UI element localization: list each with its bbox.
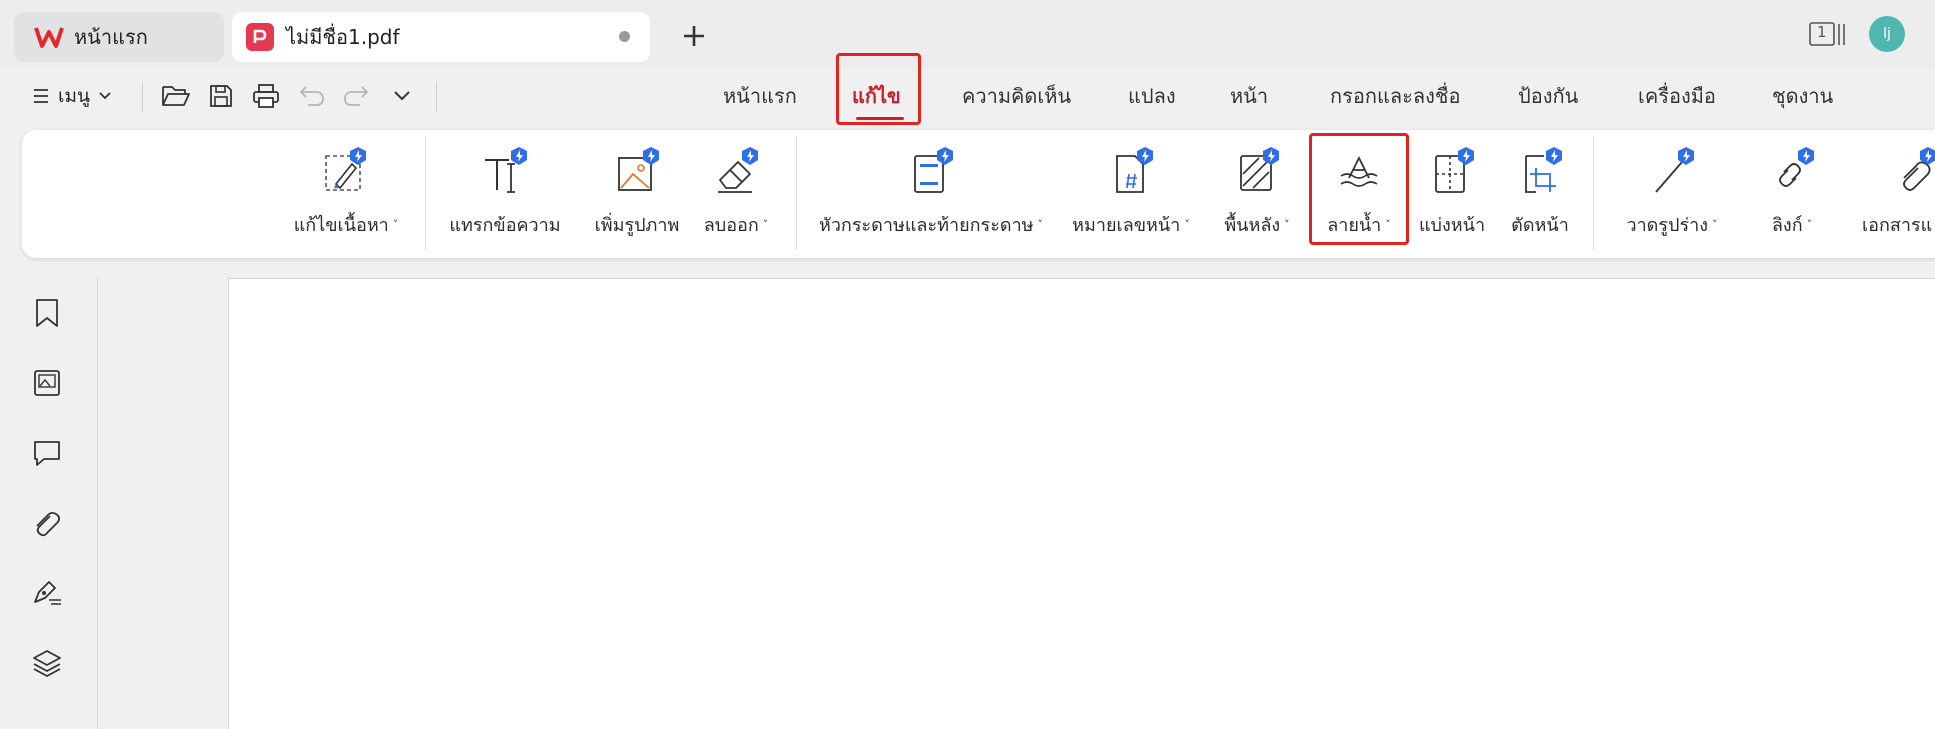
add-image-label: เพิ่มรูปภาพ [594,215,680,236]
header-footer-label: หัวกระดาษและท้ายกระดาษ ˅ [818,215,1044,236]
background-button[interactable]: พื้นหลัง ˅ [1214,146,1300,239]
page-count-button[interactable]: 1 [1809,20,1847,50]
menu-label: เมนู [58,85,91,107]
background-icon [1233,146,1281,196]
save-icon [210,85,232,107]
link-icon [1768,146,1816,196]
tab-fill-sign[interactable]: กรอกและลงชื่อ [1330,80,1460,112]
printer-icon [253,84,279,108]
page-number-button[interactable]: หมายเลขหน้า ˅ [1066,146,1196,239]
insert-text-icon [481,146,529,196]
tab-document-label: ไม่มีชื่อ1.pdf [286,25,400,49]
tab-page[interactable]: หน้า [1230,80,1268,112]
attachment-label: เอกสารแ [1862,215,1933,236]
chevron-down-icon: ˅ [1037,218,1044,231]
crop-page-label: ตัดหน้า [1511,215,1569,236]
chevron-down-icon: ˅ [1284,218,1290,231]
header-footer-icon [907,146,955,196]
wps-logo-icon [34,22,64,52]
comment-icon[interactable] [30,436,64,470]
hamburger-icon [34,89,48,103]
thumbnail-icon[interactable] [30,366,64,400]
add-image-button[interactable]: เพิ่มรูปภาพ [582,146,692,239]
pdf-logo-icon [246,23,274,51]
crop-page-button[interactable]: ตัดหน้า [1502,146,1578,239]
user-avatar[interactable]: lj [1869,16,1905,52]
page-number-label: หมายเลขหน้า ˅ [1072,215,1190,236]
edit-content-icon [322,146,370,196]
bookmark-icon[interactable] [30,296,64,330]
toolbar-divider [436,82,437,112]
chevron-down-icon: ˅ [392,218,399,231]
undo-button[interactable] [296,80,328,112]
split-page-icon [1428,146,1476,196]
page-number-icon [1107,146,1155,196]
chevron-down-icon: ˅ [1184,218,1190,231]
chevron-down-icon: ˅ [762,218,769,231]
open-button[interactable] [160,80,192,112]
split-page-label: แบ่งหน้า [1418,215,1486,236]
undo-icon [300,86,324,106]
chevron-down-icon [99,92,111,100]
tab-convert[interactable]: แปลง [1128,80,1176,112]
page-count-value: 1 [1817,23,1827,41]
tab-protect[interactable]: ป้องกัน [1518,80,1578,112]
left-sidebar [0,278,98,729]
new-tab-button[interactable] [676,18,712,54]
save-button[interactable] [205,80,237,112]
crop-page-icon [1516,146,1564,196]
redo-button[interactable] [340,80,372,112]
tab-tools[interactable]: เครื่องมือ [1638,80,1716,112]
add-image-icon [613,146,661,196]
chevron-down-icon [394,91,410,101]
tab-batch[interactable]: ชุดงาน [1772,80,1833,112]
ribbon-divider [425,136,426,250]
attachment-icon [1890,146,1935,196]
tab-home-label: หน้าแรก [74,25,148,49]
split-page-button[interactable]: แบ่งหน้า [1412,146,1492,239]
toolbar-divider [142,82,143,112]
link-button[interactable]: ลิงก์ ˅ [1760,146,1824,239]
attachment-icon[interactable] [30,506,64,540]
tab-bar: หน้าแรก ไม่มีชื่อ1.pdf 1 lj [0,0,1935,70]
insert-text-button[interactable]: แทรกข้อความ [446,146,564,239]
ribbon-divider [1593,136,1594,250]
redo-icon [344,86,368,106]
menu-button[interactable]: เมนู [32,80,112,112]
draw-shape-icon [1648,146,1696,196]
signature-icon[interactable] [30,576,64,610]
edit-content-button[interactable]: แก้ไขเนื้อหา ˅ [290,146,402,239]
attachment-button[interactable]: เอกสารแ [1862,146,1935,239]
pdf-page-canvas[interactable] [228,278,1935,729]
background-label: พื้นหลัง ˅ [1224,215,1290,236]
tab-home-menu[interactable]: หน้าแรก [723,80,797,112]
draw-shape-button[interactable]: วาดรูปร่าง ˅ [1610,146,1734,239]
header-footer-button[interactable]: หัวกระดาษและท้ายกระดาษ ˅ [816,146,1046,239]
erase-button[interactable]: ลบออก ˅ [696,146,776,239]
chevron-down-icon: ˅ [1712,218,1718,231]
eraser-icon [712,146,760,196]
highlight-box-edit-tab [836,53,921,125]
edit-content-label: แก้ไขเนื้อหา ˅ [293,215,399,236]
print-button[interactable] [250,80,282,112]
tab-document[interactable]: ไม่มีชื่อ1.pdf [232,12,650,62]
tab-home[interactable]: หน้าแรก [14,12,224,62]
plus-icon [684,26,704,46]
folder-open-icon [162,86,190,106]
insert-text-label: แทรกข้อความ [449,215,561,236]
link-label: ลิงก์ ˅ [1771,215,1813,236]
erase-label: ลบออก ˅ [703,215,769,236]
highlight-box-watermark [1309,133,1409,245]
draw-shape-label: วาดรูปร่าง ˅ [1626,215,1718,236]
tab-comment[interactable]: ความคิดเห็น [962,80,1071,112]
ribbon-divider [796,136,797,250]
chevron-down-icon: ˅ [1806,218,1813,231]
tab-close-dot-icon[interactable] [619,31,630,42]
page-count-icon [1809,22,1845,46]
more-tools-button[interactable] [386,80,418,112]
layers-icon[interactable] [30,646,64,680]
